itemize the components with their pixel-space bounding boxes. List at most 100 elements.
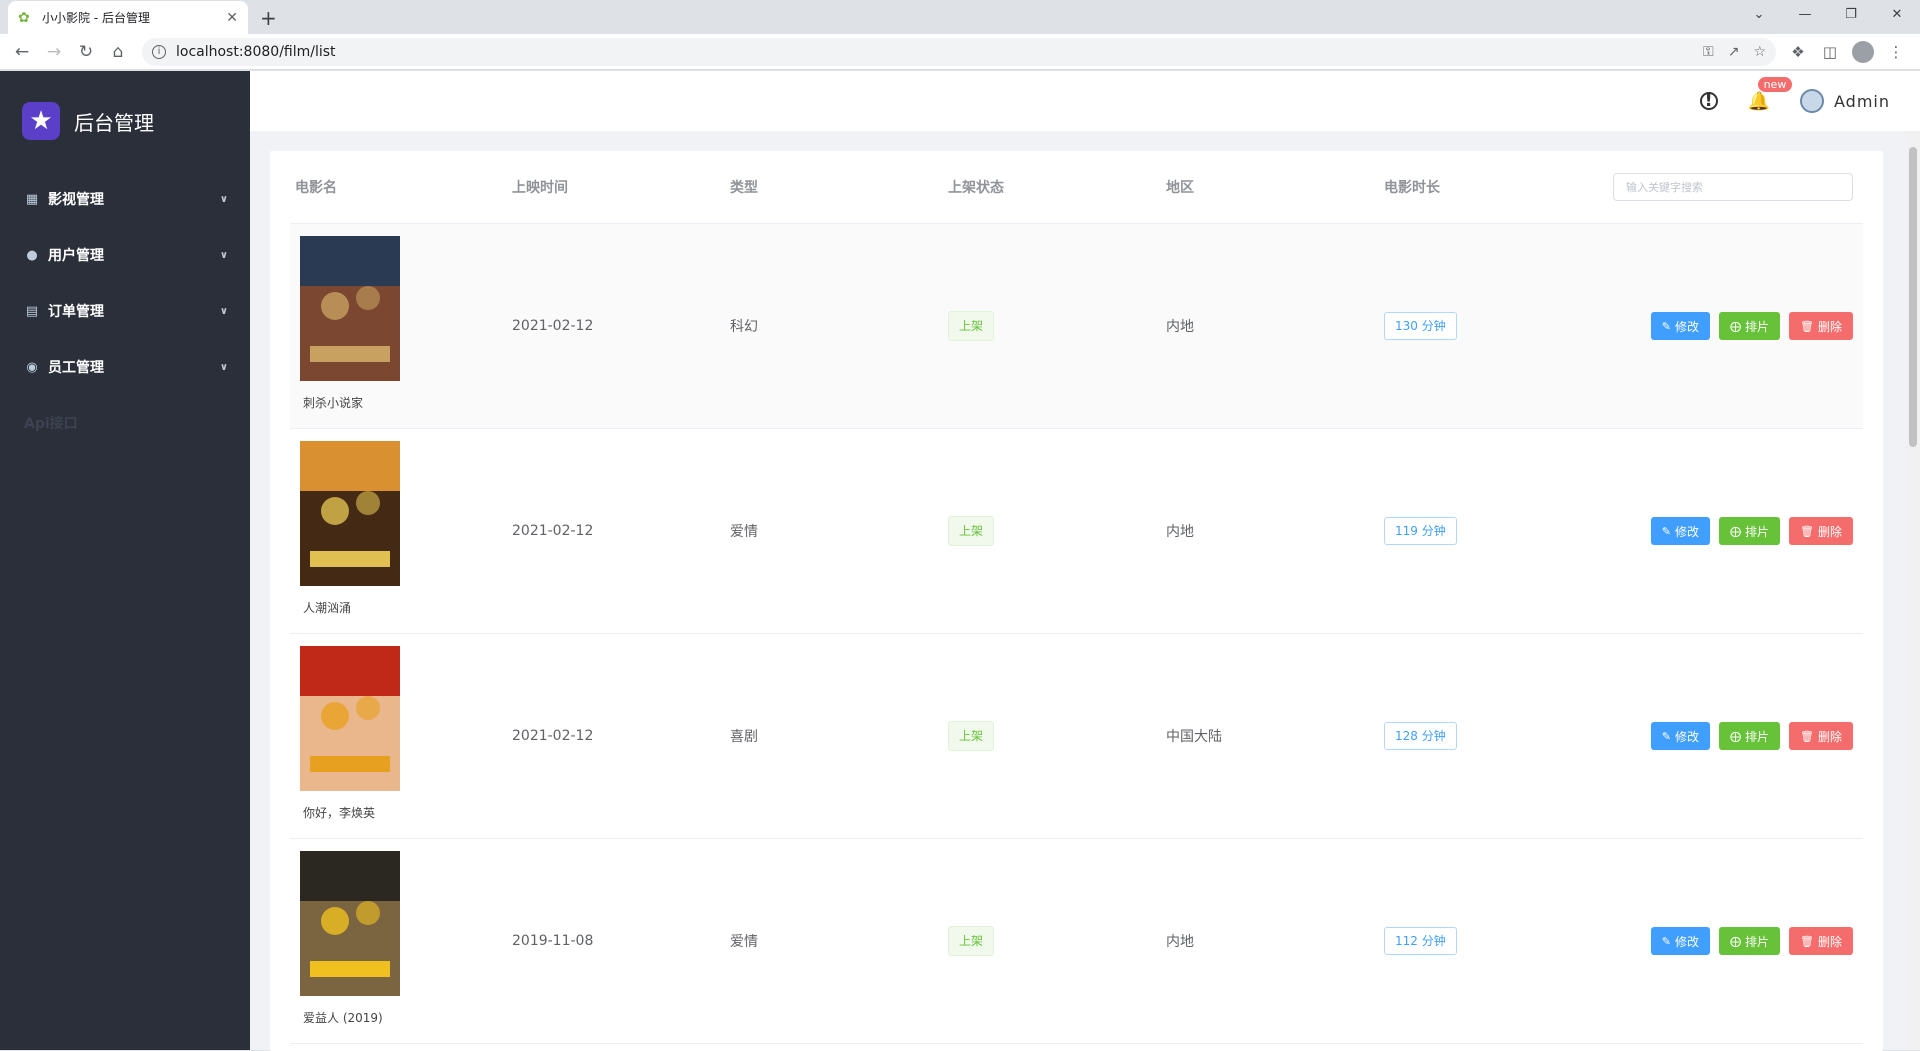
movie-poster [300,441,400,586]
restore-icon[interactable]: ❐ [1828,0,1874,30]
brand-title: 后台管理 [74,110,154,135]
bell-icon[interactable]: 🔔 new [1748,76,1793,112]
extensions-icon[interactable]: ❖ [1782,43,1814,61]
header-genre: 类型 [730,180,758,196]
schedule-button[interactable]: ⨁ 排片 [1719,927,1781,955]
new-tab-icon[interactable]: + [260,6,277,30]
chevron-down-icon: ∨ [219,361,228,373]
edit-label: 修改 [1674,319,1699,334]
schedule-label: 排片 [1745,319,1770,334]
film-name: 人潮汹涌 [303,601,352,615]
plus-circle-icon: ⨁ [1730,524,1741,538]
status-badge: 上架 [948,721,995,751]
edit-icon: ✎ [1661,934,1671,948]
status-cell: 上架 [948,926,1166,956]
release-date: 2021-02-12 [512,523,594,539]
action-cell: ✎ 修改 ⨁ 排片 🗑 删除 [1602,927,1863,955]
header-actions [1602,173,1863,201]
bookmark-star-icon[interactable]: ☆ [1753,44,1766,60]
sidebar-item-label: 用户管理 [48,248,104,264]
delete-button[interactable]: 🗑 删除 [1789,517,1853,545]
action-cell: ✎ 修改 ⨁ 排片 🗑 删除 [1602,722,1863,750]
delete-label: 删除 [1817,934,1842,949]
schedule-button[interactable]: ⨁ 排片 [1719,517,1781,545]
leaf-icon: ✿ [18,9,30,26]
edit-button[interactable]: ✎ 修改 [1650,722,1710,750]
notification-badge: new [1757,76,1793,92]
alert-circle-icon[interactable]: ! [1699,92,1718,110]
tab-search-icon[interactable]: ⌄ [1736,0,1782,30]
edit-button[interactable]: ✎ 修改 [1650,517,1710,545]
genre: 科幻 [730,319,758,335]
close-window-icon[interactable]: ✕ [1874,0,1920,30]
header-release-date: 上映时间 [512,180,568,196]
trash-icon: 🗑 [1800,934,1814,948]
clipboard-icon: ▤ [25,303,39,319]
delete-label: 删除 [1817,729,1842,744]
share-icon[interactable]: ↗ [1728,44,1740,60]
reload-icon[interactable]: ↻ [72,38,100,66]
search-input[interactable] [1613,173,1853,201]
scrollbar-thumb[interactable] [1909,147,1917,447]
sidebar-item-staff[interactable]: ◉ 员工管理 ∨ [0,339,250,395]
scrollbar[interactable] [1906,131,1920,1050]
plus-circle-icon: ⨁ [1730,319,1741,333]
film-name: 刺杀小说家 [303,396,364,410]
edit-label: 修改 [1674,934,1699,949]
table-body: 刺杀小说家 2021-02-12 科幻 上架 内地 130 分钟 ✎ 修改 ⨁ 排片… [270,224,1883,1044]
chevron-down-icon: ∨ [219,305,228,317]
status-badge: 上架 [948,516,995,546]
schedule-label: 排片 [1745,729,1770,744]
close-tab-icon[interactable]: ✕ [226,10,238,26]
sidebar-item-orders[interactable]: ▤ 订单管理 ∨ [0,283,250,339]
status-cell: 上架 [948,721,1166,751]
grid-icon: ▦ [25,191,39,207]
menu-kebab-icon[interactable]: ⋮ [1880,43,1912,61]
forward-icon[interactable]: → [40,38,68,66]
table-row: 爱益人 (2019) 2019-11-08 爱情 上架 内地 112 分钟 ✎ 修… [290,839,1863,1044]
schedule-button[interactable]: ⨁ 排片 [1719,312,1781,340]
sidebar-item-api[interactable]: Api接口 [0,395,250,451]
table-row: 人潮汹涌 2021-02-12 爱情 上架 内地 119 分钟 ✎ 修改 ⨁ 排片 … [290,429,1863,634]
delete-button[interactable]: 🗑 删除 [1789,927,1853,955]
home-icon[interactable]: ⌂ [104,38,132,66]
username[interactable]: Admin [1834,92,1890,111]
region: 内地 [1166,524,1194,540]
side-panel-icon[interactable]: ◫ [1814,43,1846,61]
edit-button[interactable]: ✎ 修改 [1650,312,1710,340]
edit-label: 修改 [1674,729,1699,744]
delete-button[interactable]: 🗑 删除 [1789,722,1853,750]
chevron-down-icon: ∨ [219,249,228,261]
duration-badge: 130 分钟 [1384,312,1457,340]
profile-avatar-icon[interactable] [1852,40,1874,63]
region: 中国大陆 [1166,729,1222,745]
edit-button[interactable]: ✎ 修改 [1650,927,1710,955]
movie-poster [300,851,400,996]
sidebar: ★ 后台管理 ▦ 影视管理 ∨ ● 用户管理 ∨ ▤ 订单管理 ∨ ◉ 员工管理… [0,71,250,1050]
minimize-icon[interactable]: — [1782,0,1828,30]
table-row: 你好，李焕英 2021-02-12 喜剧 上架 中国大陆 128 分钟 ✎ 修改 … [290,634,1863,839]
header-film-name: 电影名 [295,180,337,196]
genre: 喜剧 [730,729,758,745]
tab-title: 小小影院 - 后台管理 [42,11,150,25]
sidebar-item-film[interactable]: ▦ 影视管理 ∨ [0,171,250,227]
duration-cell: 130 分钟 [1384,312,1602,340]
edit-icon: ✎ [1661,729,1671,743]
film-name: 爱益人 (2019) [303,1011,383,1025]
table-row: 刺杀小说家 2021-02-12 科幻 上架 内地 130 分钟 ✎ 修改 ⨁ 排片… [290,224,1863,429]
release-date: 2019-11-08 [512,933,594,949]
back-icon[interactable]: ← [8,38,36,66]
user-icon: ● [26,247,38,263]
region: 内地 [1166,319,1194,335]
action-cell: ✎ 修改 ⨁ 排片 🗑 删除 [1602,517,1863,545]
site-info-icon[interactable]: i [152,44,166,59]
schedule-button[interactable]: ⨁ 排片 [1719,722,1781,750]
sidebar-item-users[interactable]: ● 用户管理 ∨ [0,227,250,283]
browser-tab[interactable]: ✿ 小小影院 - 后台管理 ✕ [8,1,248,34]
avatar[interactable] [1800,89,1824,113]
duration-badge: 112 分钟 [1384,927,1457,955]
delete-button[interactable]: 🗑 删除 [1789,312,1853,340]
url-text[interactable]: localhost:8080/film/list [176,44,1689,60]
key-icon[interactable]: ⚿ [1703,44,1714,60]
address-bar[interactable]: i localhost:8080/film/list ⚿ ↗ ☆ [142,37,1776,66]
